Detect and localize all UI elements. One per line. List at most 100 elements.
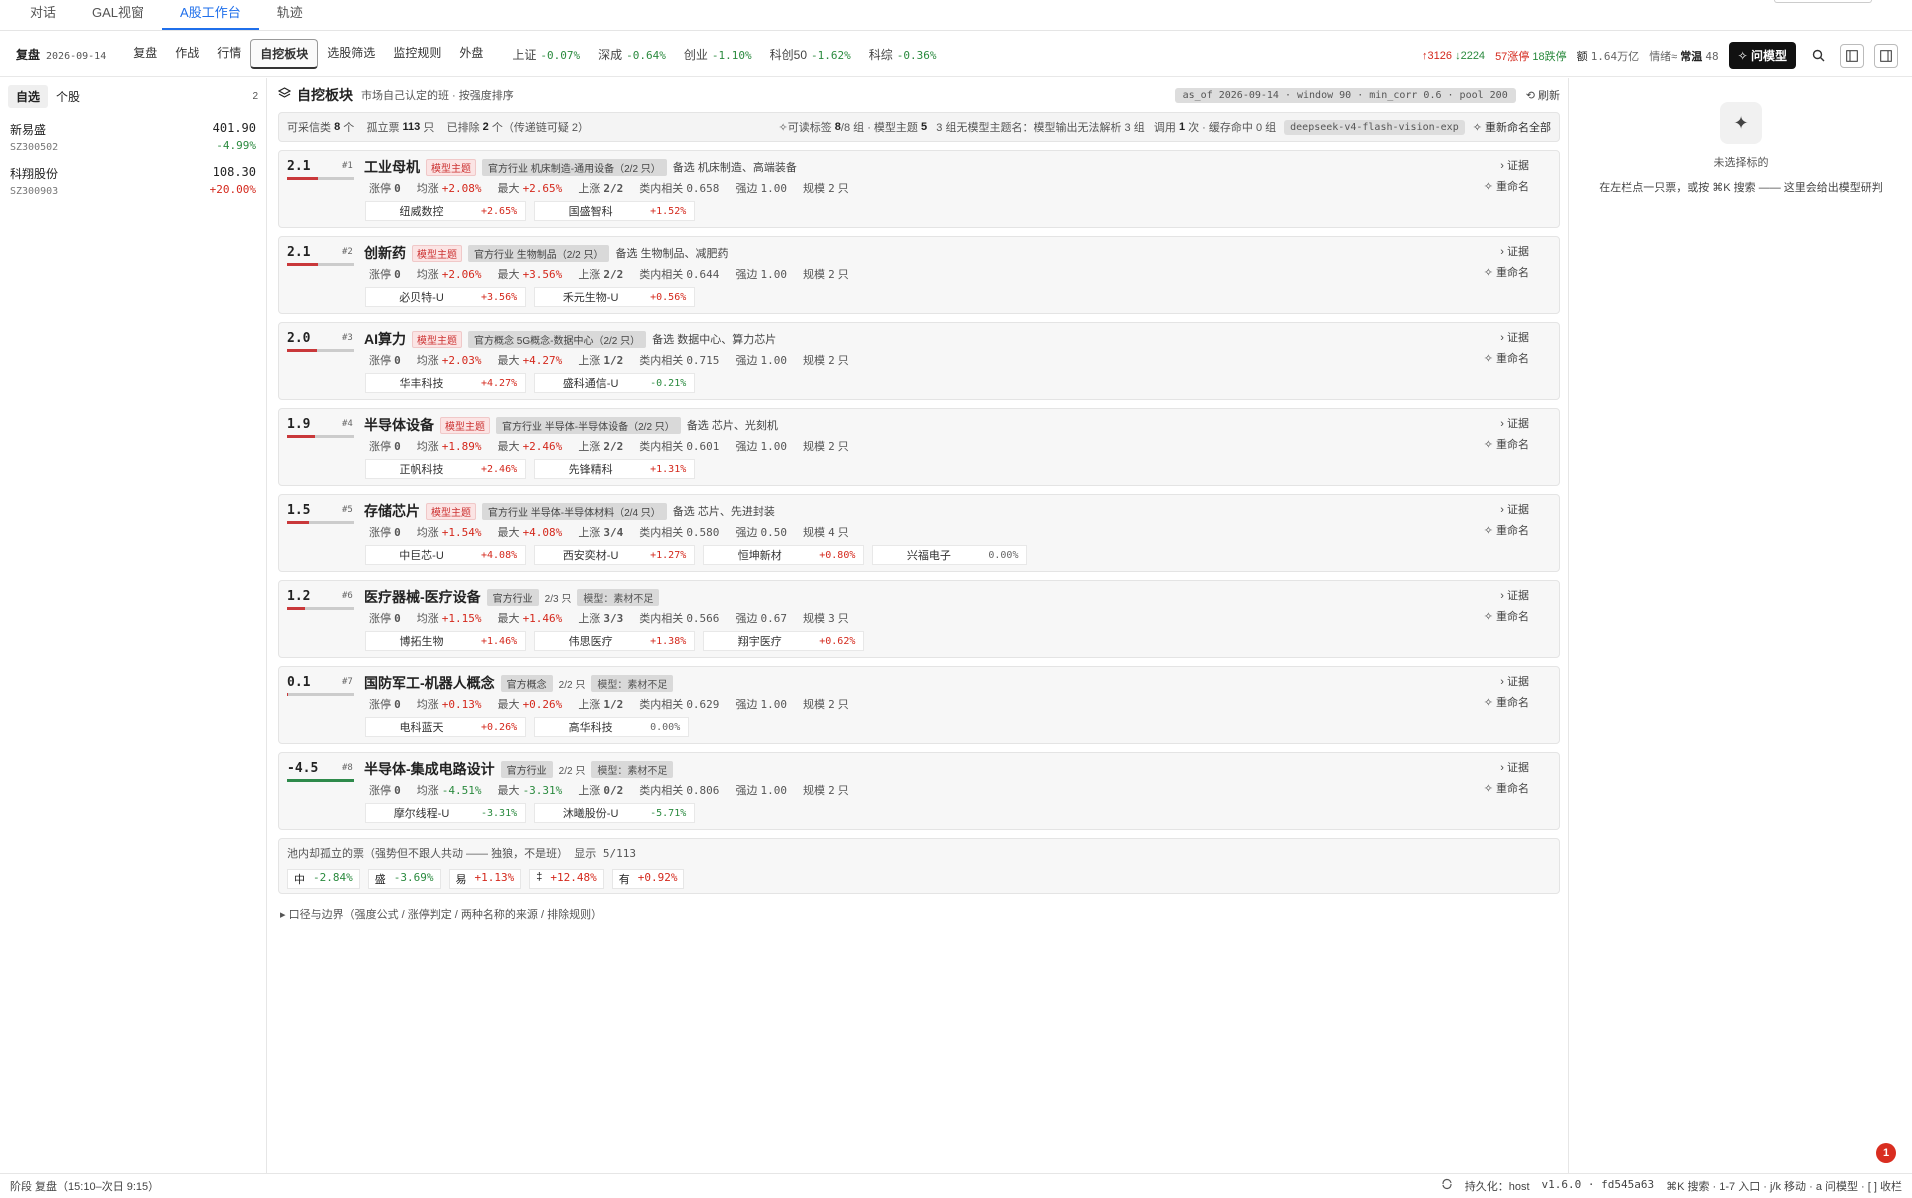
notification-badge[interactable]: 1 xyxy=(1876,1143,1896,1163)
watchlist-item[interactable]: 新易盛 SZ300502 401.90 -4.99% xyxy=(0,115,266,159)
member-stock[interactable]: 禾元生物-U +0.56% xyxy=(534,287,696,307)
rename-button[interactable]: ✧ 重命名 xyxy=(1484,780,1529,796)
strength-score: 0.1 xyxy=(287,675,311,690)
isolated-title: 池内却孤立的票（强势但不跟人共动 —— 独狼，不是班） xyxy=(287,848,569,860)
sector-name: 创新药 xyxy=(364,245,406,261)
strength-score: 1.9 xyxy=(287,417,311,432)
isolated-stock[interactable]: 中 -2.84% xyxy=(287,869,360,889)
right-panel-toggle-icon[interactable] xyxy=(1874,43,1898,68)
analysis-panel: ✦ 未选择标的 在左栏点一只票，或按 ⌘K 搜索 —— 这里会给出模型研判 xyxy=(1568,78,1912,1173)
member-stock[interactable]: 翔宇医疗 +0.62% xyxy=(703,631,865,651)
evidence-button[interactable]: › 证据 xyxy=(1500,415,1529,431)
member-stock[interactable]: 沐曦股份-U -5.71% xyxy=(534,803,696,823)
ask-model-button[interactable]: ✧ 问模型 xyxy=(1728,42,1796,69)
isolated-stock[interactable]: ‡ +12.48% xyxy=(529,869,604,889)
left-panel-toggle-icon[interactable] xyxy=(1840,43,1864,68)
tab-overseas[interactable]: 外盘 xyxy=(450,39,492,69)
isolated-count: 显示 5/113 xyxy=(574,847,636,860)
stock-price: 401.90 xyxy=(212,121,256,135)
methodology-disclosure[interactable]: ▸ 口径与边界（强度公式 / 涨停判定 / 两种名称的来源 / 排除规则） xyxy=(278,906,1560,922)
isolated-stock[interactable]: 盛 -3.69% xyxy=(367,869,441,889)
member-stock[interactable]: 兴福电子 0.00% xyxy=(872,545,1028,565)
page-title: 自挖板块 xyxy=(297,87,353,103)
sector-card[interactable]: 1.5 #5 存储芯片 模型主题 官方行业 半导体-半导体材料（2/4 只） 备选 芯… xyxy=(278,494,1560,572)
member-stock[interactable]: 纽威数控 +2.65% xyxy=(365,201,527,221)
sector-card[interactable]: 1.9 #4 半导体设备 模型主题 官方行业 半导体-半导体设备（2/2 只） 备选 … xyxy=(278,408,1560,486)
member-stock[interactable]: 盛科通信-U -0.21% xyxy=(534,373,696,393)
member-stock[interactable]: 西安奕材-U +1.27% xyxy=(534,545,696,565)
official-sector-tag: 官方行业 xyxy=(486,588,539,606)
rank: #2 xyxy=(342,247,353,257)
sector-name: 国防军工-机器人概念 xyxy=(364,675,495,691)
search-icon[interactable] xyxy=(1806,44,1830,68)
rename-button[interactable]: ✧ 重命名 xyxy=(1484,436,1529,452)
evidence-button[interactable]: › 证据 xyxy=(1500,501,1529,517)
tab-trajectory[interactable]: 轨迹 xyxy=(259,2,321,30)
tab-a-share-workbench[interactable]: A股工作台 xyxy=(162,2,259,30)
official-sector-tag: 官方概念 xyxy=(500,674,553,692)
evidence-button[interactable]: › 证据 xyxy=(1500,673,1529,689)
sector-metrics: 涨停 0 均涨 +1.15% 最大 +1.46% 上涨 3/3 类内相关 0.5… xyxy=(369,612,849,625)
tab-quotes[interactable]: 行情 xyxy=(208,39,250,69)
sector-card[interactable]: 0.1 #7 国防军工-机器人概念 官方概念 2/2 只模型：素材不足 涨停 0 均… xyxy=(278,666,1560,744)
evidence-button[interactable]: › 证据 xyxy=(1500,243,1529,259)
watchlist-count: 2 xyxy=(252,91,258,102)
watchlist-item[interactable]: 科翔股份 SZ300903 108.30 +20.00% xyxy=(0,159,266,203)
layers-icon xyxy=(277,87,292,103)
member-stocks: 必贝特-U +3.56% 禾元生物-U +0.56% xyxy=(365,287,696,307)
member-stock[interactable]: 高华科技 0.00% xyxy=(534,717,690,737)
tab-monitor-rules[interactable]: 监控规则 xyxy=(384,39,450,69)
breadth: ↑3126 ↓2224 xyxy=(1422,49,1486,62)
member-stock[interactable]: 正帆科技 +2.46% xyxy=(365,459,527,479)
evidence-button[interactable]: › 证据 xyxy=(1500,329,1529,345)
member-stock[interactable]: 电科蓝天 +0.26% xyxy=(365,717,527,737)
member-stock[interactable]: 恒坤新材 +0.80% xyxy=(703,545,865,565)
tab-combat[interactable]: 作战 xyxy=(166,39,208,69)
sector-metrics: 涨停 0 均涨 +2.03% 最大 +4.27% 上涨 1/2 类内相关 0.7… xyxy=(369,354,849,367)
rename-button[interactable]: ✧ 重命名 xyxy=(1484,608,1529,624)
refresh-button[interactable]: ⟲ 刷新 xyxy=(1526,87,1560,103)
member-stock[interactable]: 必贝特-U +3.56% xyxy=(365,287,527,307)
sector-card[interactable]: 1.2 #6 医疗器械-医疗设备 官方行业 2/3 只模型：素材不足 涨停 0 均涨… xyxy=(278,580,1560,658)
model-insufficient-tag: 模型：素材不足 xyxy=(591,760,674,778)
evidence-button[interactable]: › 证据 xyxy=(1500,759,1529,775)
sector-name: 存储芯片 xyxy=(364,503,420,519)
tab-chat[interactable]: 对话 xyxy=(12,2,74,30)
member-stock[interactable]: 博拓生物 +1.46% xyxy=(365,631,527,651)
alternative-names: 备选 数据中心、算力芯片 xyxy=(652,334,777,346)
strength-bar xyxy=(287,693,354,696)
sector-name: 半导体设备 xyxy=(364,417,434,433)
sector-card[interactable]: 2.1 #1 工业母机 模型主题 官方行业 机床制造-通用设备（2/2 只） 备选 机… xyxy=(278,150,1560,228)
custom-sectors-panel: 自挖板块 市场自己认定的班 · 按强度排序 as_of 2026-09-14 ·… xyxy=(277,78,1560,1168)
tab-custom-sectors[interactable]: 自挖板块 xyxy=(250,39,319,69)
member-stock[interactable]: 国盛智科 +1.52% xyxy=(534,201,696,221)
evidence-button[interactable]: › 证据 xyxy=(1500,157,1529,173)
rename-all-button[interactable]: ✧ 重新命名全部 xyxy=(1473,119,1551,135)
sector-card[interactable]: 2.0 #3 AI算力 模型主题 官方概念 5G概念-数据中心（2/2 只） 备选 数… xyxy=(278,322,1560,400)
member-stocks: 正帆科技 +2.46% 先锋精科 +1.31% xyxy=(365,459,696,479)
sector-card[interactable]: 2.1 #2 创新药 模型主题 官方行业 生物制品（2/2 只） 备选 生物制品、减肥… xyxy=(278,236,1560,314)
sector-metrics: 涨停 0 均涨 +0.13% 最大 +0.26% 上涨 1/2 类内相关 0.6… xyxy=(369,698,849,711)
top-corner-button[interactable] xyxy=(1774,0,1872,3)
member-stock[interactable]: 摩尔线程-U -3.31% xyxy=(365,803,527,823)
rename-button[interactable]: ✧ 重命名 xyxy=(1484,694,1529,710)
rename-button[interactable]: ✧ 重命名 xyxy=(1484,522,1529,538)
rename-button[interactable]: ✧ 重命名 xyxy=(1484,350,1529,366)
rename-button[interactable]: ✧ 重命名 xyxy=(1484,264,1529,280)
tab-stock-screener[interactable]: 选股筛选 xyxy=(318,39,384,69)
evidence-button[interactable]: › 证据 xyxy=(1500,587,1529,603)
tab-single-stock[interactable]: 个股 xyxy=(48,85,88,108)
sector-name: 医疗器械-医疗设备 xyxy=(364,589,481,605)
tab-watchlist[interactable]: 自选 xyxy=(8,85,49,108)
member-stock[interactable]: 伟思医疗 +1.38% xyxy=(534,631,696,651)
member-stock[interactable]: 华丰科技 +4.27% xyxy=(365,373,527,393)
tab-gal-window[interactable]: GAL视窗 xyxy=(74,2,162,30)
params-badge: as_of 2026-09-14 · window 90 · min_corr … xyxy=(1174,87,1516,103)
tab-review[interactable]: 复盘 xyxy=(124,39,166,69)
isolated-stock[interactable]: 易 +1.13% xyxy=(448,869,522,889)
isolated-stock[interactable]: 有 +0.92% xyxy=(611,869,685,889)
sector-card[interactable]: -4.5 #8 半导体-集成电路设计 官方行业 2/2 只模型：素材不足 涨停 0 … xyxy=(278,752,1560,830)
rename-button[interactable]: ✧ 重命名 xyxy=(1484,178,1529,194)
member-stock[interactable]: 先锋精科 +1.31% xyxy=(534,459,696,479)
member-stock[interactable]: 中巨芯-U +4.08% xyxy=(365,545,527,565)
